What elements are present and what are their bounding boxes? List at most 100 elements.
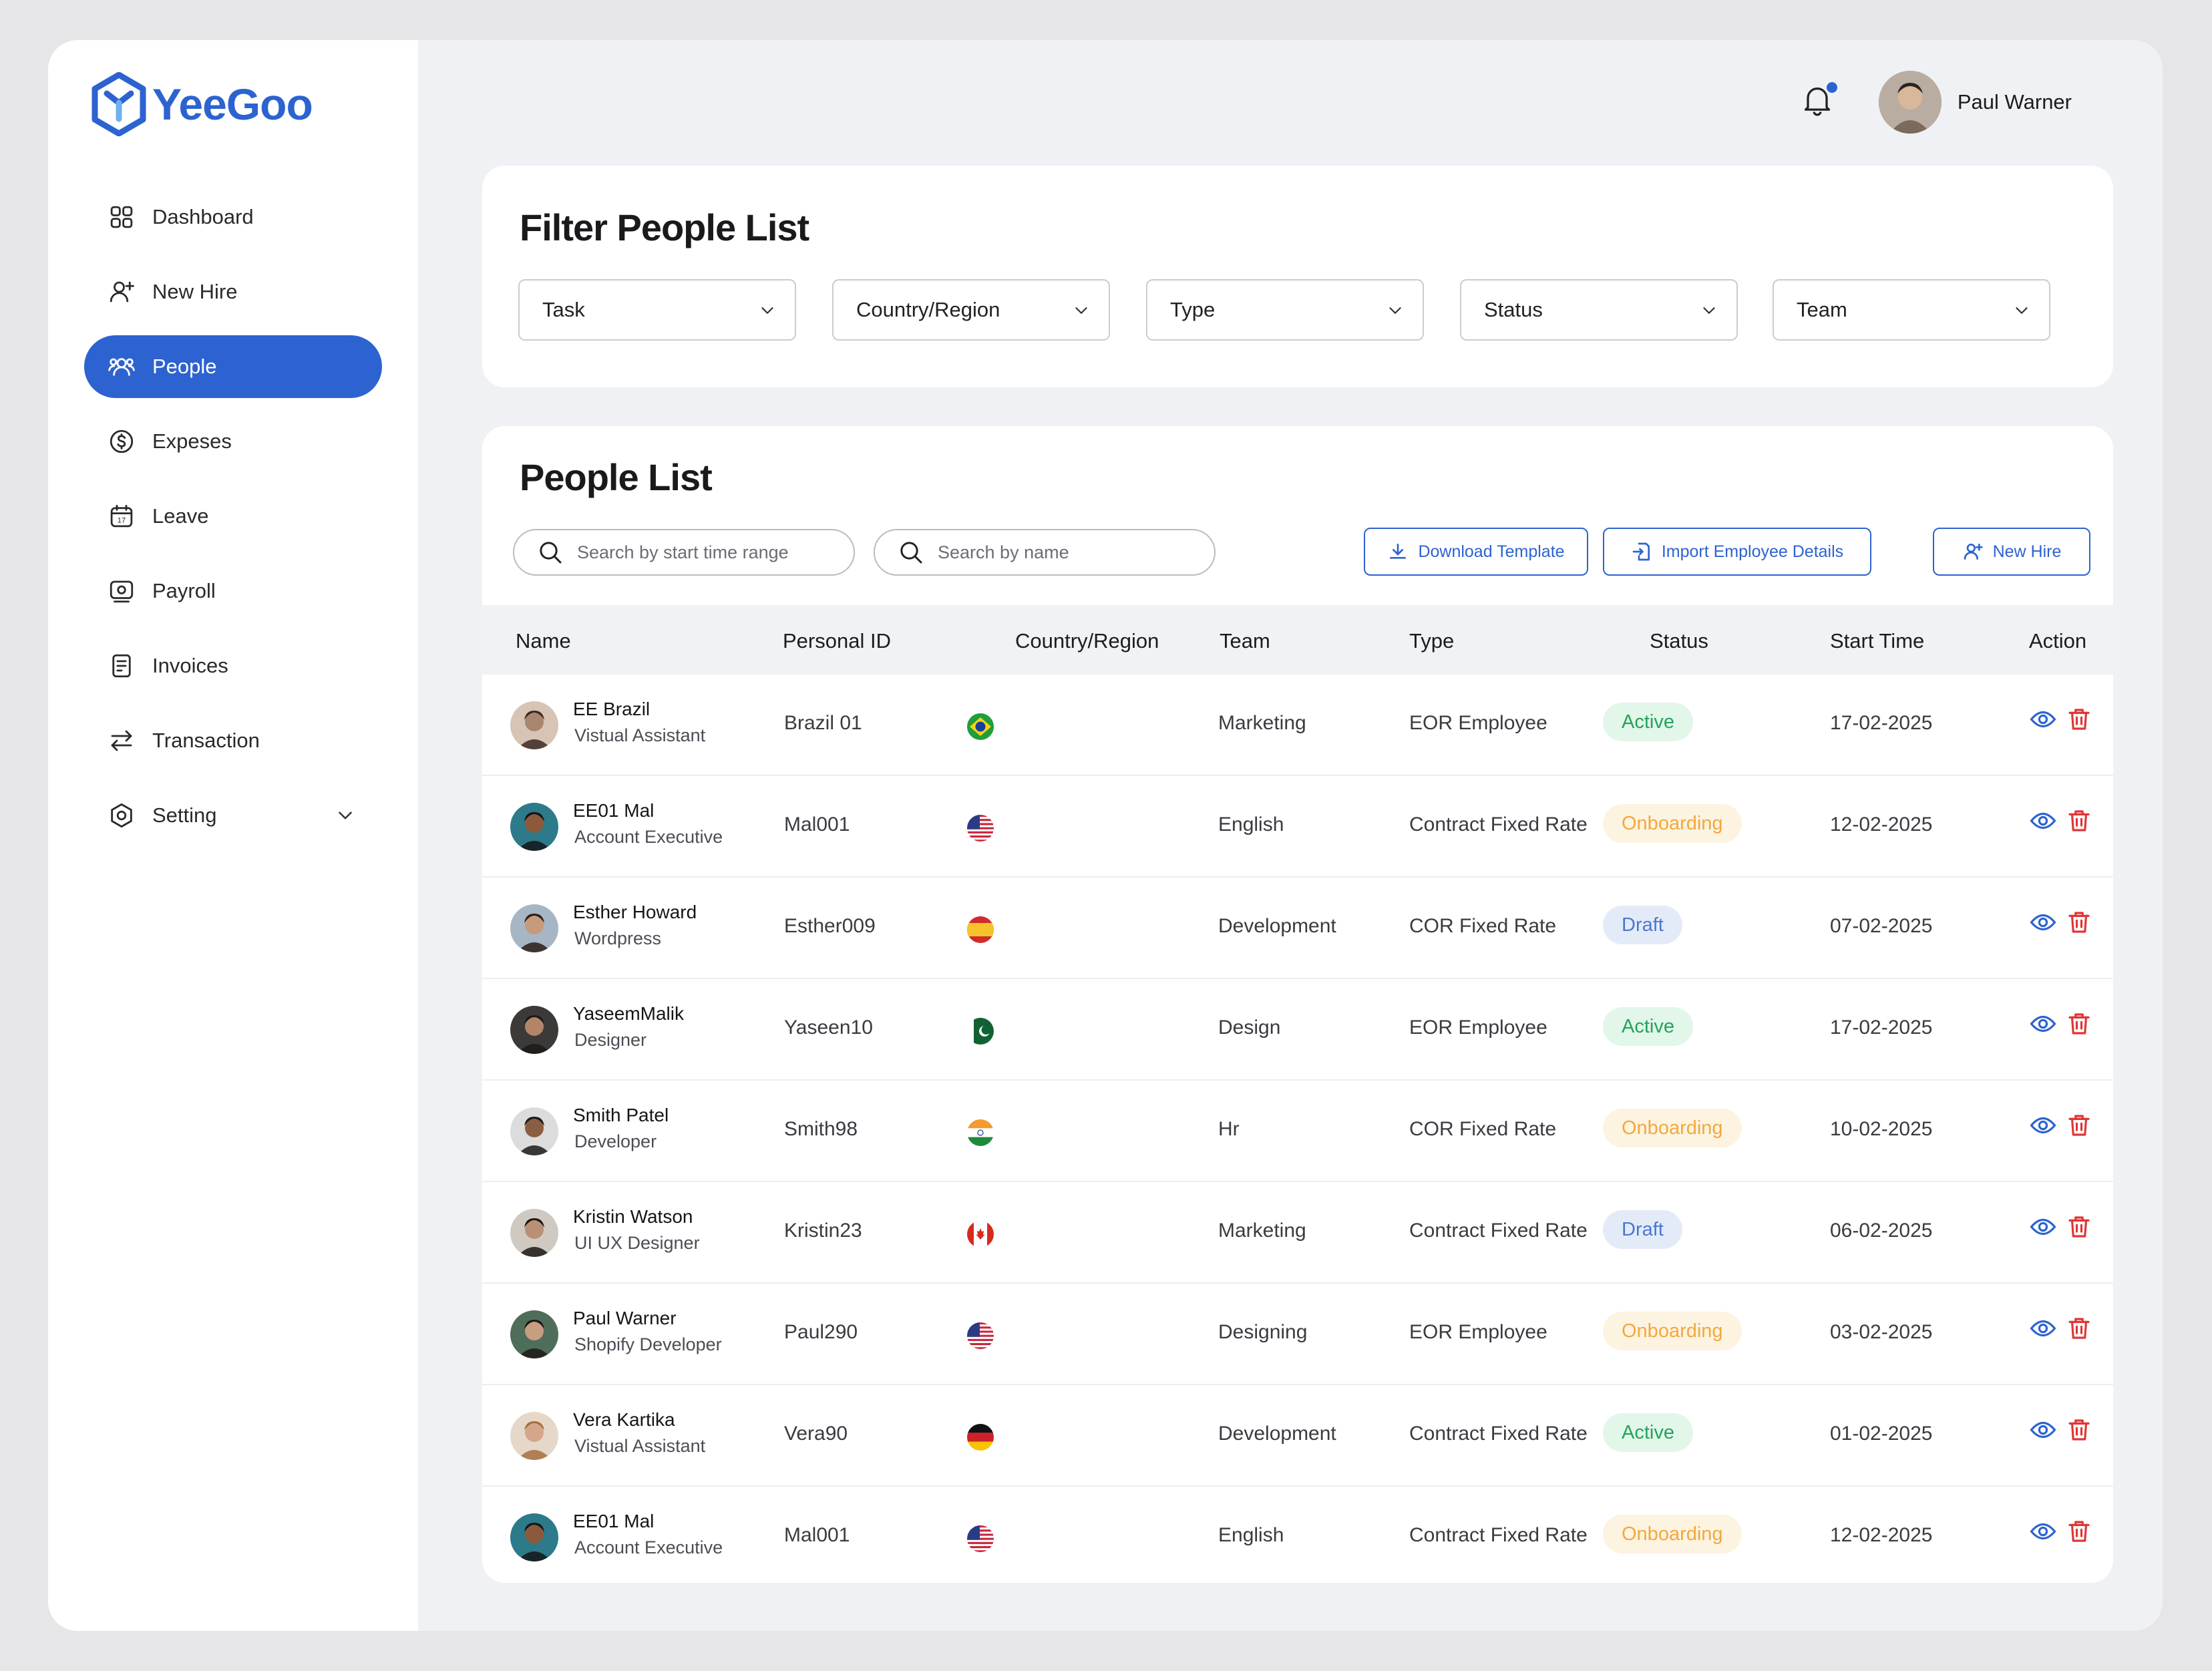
personal-id: Vera90: [784, 1423, 848, 1445]
start-time: 06-02-2025: [1830, 1220, 1933, 1242]
table-row[interactable]: Vera Kartika Vistual Assistant Vera90 Devel…: [482, 1385, 2113, 1487]
sidebar-item-people[interactable]: People: [84, 335, 382, 398]
person-name[interactable]: Vera Kartika: [573, 1409, 675, 1431]
eye-icon[interactable]: [2029, 1517, 2058, 1547]
eye-icon[interactable]: [2029, 705, 2058, 735]
person-name[interactable]: EE01 Mal: [573, 1511, 654, 1532]
sidebar-item-label: Transaction: [152, 729, 260, 752]
trash-icon[interactable]: [2065, 705, 2094, 735]
eye-icon[interactable]: [2029, 1314, 2058, 1344]
table-row[interactable]: EE Brazil Vistual Assistant Brazil 01 Marke…: [482, 675, 2113, 776]
sidebar-item-label: Dashboard: [152, 205, 254, 228]
logo[interactable]: YeeGoo: [91, 72, 313, 136]
chevron-down-icon[interactable]: [334, 804, 357, 827]
trash-icon[interactable]: [2065, 908, 2094, 938]
column-header-type[interactable]: Type: [1409, 629, 1454, 653]
eye-icon[interactable]: [2029, 908, 2058, 938]
avatar: [510, 1006, 558, 1054]
filter-select-team[interactable]: Team: [1773, 279, 2050, 341]
team: Development: [1218, 1423, 1336, 1445]
table-row[interactable]: Paul Warner Shopify Developer Paul290 Desig…: [482, 1284, 2113, 1385]
trash-icon[interactable]: [2065, 1416, 2094, 1445]
table-row[interactable]: Smith Patel Developer Smith98 Hr COR Fixed R…: [482, 1081, 2113, 1182]
settings-icon: [107, 801, 136, 830]
column-header-personal-id[interactable]: Personal ID: [783, 629, 891, 653]
notification-button[interactable]: [1799, 81, 1841, 124]
team: English: [1218, 1524, 1284, 1546]
status-badge: Onboarding: [1603, 1109, 1742, 1147]
import-employee-button[interactable]: Import Employee Details: [1603, 528, 1871, 576]
table-row[interactable]: EE01 Mal Account Executive Mal001 English Co…: [482, 776, 2113, 878]
download-template-button[interactable]: Download Template: [1364, 528, 1588, 576]
avatar: [510, 803, 558, 851]
person-name[interactable]: Esther Howard: [573, 902, 697, 923]
user-name[interactable]: Paul Warner: [1958, 90, 2072, 114]
column-header-team[interactable]: Team: [1220, 629, 1270, 653]
team: Hr: [1218, 1118, 1240, 1140]
column-header-name[interactable]: Name: [516, 629, 571, 653]
person-name[interactable]: Kristin Watson: [573, 1206, 693, 1228]
table-row[interactable]: Kristin Watson UI UX Designer Kristin23 Mar…: [482, 1182, 2113, 1284]
person-role: Account Executive: [574, 1537, 723, 1557]
sidebar-item-leave[interactable]: 17 Leave: [84, 485, 382, 548]
column-header-status[interactable]: Status: [1650, 629, 1708, 653]
payroll-icon: [107, 576, 136, 606]
search-start-time[interactable]: [513, 529, 855, 576]
sidebar-item-label: People: [152, 355, 217, 378]
status-badge: Onboarding: [1603, 1515, 1742, 1553]
flag-usa-icon: [967, 1322, 994, 1349]
person-name[interactable]: EE Brazil: [573, 699, 650, 720]
column-header-action[interactable]: Action: [2029, 629, 2086, 653]
sidebar-item-dashboard[interactable]: Dashboard: [84, 186, 382, 248]
sidebar-item-new-hire[interactable]: New Hire: [84, 260, 382, 323]
table-row[interactable]: Esther Howard Wordpress Esther009 Developme…: [482, 878, 2113, 979]
trash-icon[interactable]: [2065, 1314, 2094, 1344]
table-row[interactable]: EE01 Mal Account Executive Mal001 English Co…: [482, 1487, 2113, 1580]
trash-icon[interactable]: [2065, 1111, 2094, 1141]
chevron-down-icon: [757, 301, 777, 321]
calendar-icon: 17: [107, 502, 136, 531]
search-start-time-input[interactable]: [576, 541, 846, 564]
sidebar-item-payroll[interactable]: Payroll: [84, 560, 382, 622]
sidebar-item-transaction[interactable]: Transaction: [84, 709, 382, 772]
eye-icon[interactable]: [2029, 1111, 2058, 1141]
filter-select-task[interactable]: Task: [518, 279, 796, 341]
notification-dot: [1826, 82, 1837, 93]
sidebar-item-setting[interactable]: Setting: [84, 784, 382, 847]
eye-icon[interactable]: [2029, 1416, 2058, 1445]
team: Marketing: [1218, 1220, 1306, 1242]
personal-id: Yaseen10: [784, 1016, 873, 1039]
app-frame: YeeGoo Dashboard New Hire People Expeses 17 L…: [48, 40, 2163, 1631]
filter-select-type[interactable]: Type: [1146, 279, 1424, 341]
eye-icon[interactable]: [2029, 1010, 2058, 1039]
sidebar-item-invoices[interactable]: Invoices: [84, 634, 382, 697]
status-badge: Draft: [1603, 906, 1682, 944]
trash-icon[interactable]: [2065, 1213, 2094, 1242]
sidebar-item-expeses[interactable]: Expeses: [84, 410, 382, 473]
search-name-input[interactable]: [936, 541, 1206, 564]
person-name[interactable]: YaseemMalik: [573, 1003, 684, 1025]
personal-id: Mal001: [784, 813, 850, 836]
filter-select-status[interactable]: Status: [1460, 279, 1738, 341]
new-hire-button[interactable]: New Hire: [1933, 528, 2090, 576]
trash-icon[interactable]: [2065, 1517, 2094, 1547]
person-name[interactable]: Smith Patel: [573, 1105, 669, 1126]
person-role: Vistual Assistant: [574, 1436, 706, 1456]
table-body: EE Brazil Vistual Assistant Brazil 01 Marke…: [482, 675, 2113, 1580]
column-header-country-region[interactable]: Country/Region: [1015, 629, 1159, 653]
table-header: Name Personal ID Country/Region Team Type Sta…: [482, 605, 2113, 675]
person-name[interactable]: EE01 Mal: [573, 800, 654, 821]
start-time: 03-02-2025: [1830, 1321, 1933, 1343]
person-name[interactable]: Paul Warner: [573, 1308, 677, 1329]
trash-icon[interactable]: [2065, 1010, 2094, 1039]
trash-icon[interactable]: [2065, 807, 2094, 836]
eye-icon[interactable]: [2029, 1213, 2058, 1242]
status-badge: Active: [1603, 1007, 1693, 1046]
eye-icon[interactable]: [2029, 807, 2058, 836]
user-avatar[interactable]: [1878, 71, 1942, 134]
column-header-start-time[interactable]: Start Time: [1830, 629, 1924, 653]
search-name[interactable]: [874, 529, 1216, 576]
chevron-down-icon: [1385, 301, 1405, 321]
filter-select-country-region[interactable]: Country/Region: [832, 279, 1110, 341]
table-row[interactable]: YaseemMalik Designer Yaseen10 Design EOR Emp…: [482, 979, 2113, 1081]
